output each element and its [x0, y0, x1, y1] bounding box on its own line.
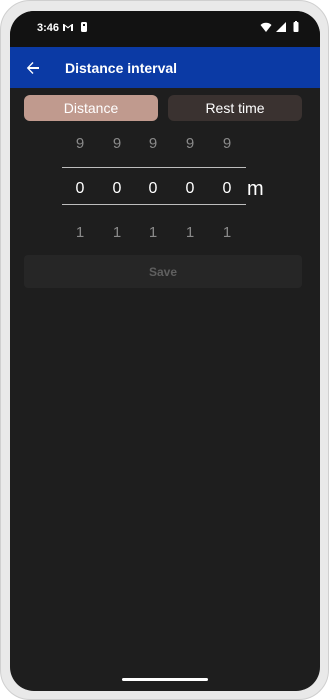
picker-digit-2-next[interactable]: 1	[107, 224, 127, 241]
status-right-icons	[260, 21, 302, 33]
picker-digit-3[interactable]: 0	[143, 180, 163, 198]
picker-digit-3-next[interactable]: 1	[143, 224, 163, 241]
back-button[interactable]	[20, 55, 46, 81]
picker-digit-5-next[interactable]: 1	[217, 224, 237, 241]
picker-digit-2-previous[interactable]: 9	[107, 135, 127, 152]
picker-digit-4[interactable]: 0	[180, 180, 200, 198]
status-bar: 3:46	[10, 11, 320, 47]
tab-rest-time[interactable]: Rest time	[168, 95, 302, 121]
wifi-icon	[260, 22, 272, 32]
distance-unit-label: m	[247, 178, 264, 200]
picker-digit-2[interactable]: 0	[107, 180, 127, 198]
picker-digit-4-previous[interactable]: 9	[180, 135, 200, 152]
picker-digit-5[interactable]: 0	[217, 180, 237, 198]
gmail-icon	[63, 24, 73, 31]
tab-distance[interactable]: Distance	[24, 95, 158, 121]
picker-digit-1[interactable]: 0	[70, 180, 90, 198]
picker-digit-3-previous[interactable]: 9	[143, 135, 163, 152]
picker-top-divider	[62, 167, 246, 168]
picker-digit-1-previous[interactable]: 9	[70, 135, 90, 152]
arrow-left-icon	[26, 62, 39, 74]
picker-digit-4-next[interactable]: 1	[180, 224, 200, 241]
accessibility-icon	[81, 22, 87, 32]
app-screen: 3:46 Distance interval Distance Rest tim…	[10, 11, 320, 691]
save-button[interactable]: Save	[24, 255, 302, 288]
page-title: Distance interval	[65, 60, 178, 76]
status-left-icons	[62, 21, 90, 33]
signal-icon	[276, 22, 286, 32]
app-bar: Distance interval	[10, 47, 320, 88]
battery-icon	[293, 21, 299, 32]
phone-frame: 3:46 Distance interval Distance Rest tim…	[0, 0, 329, 700]
picker-digit-1-next[interactable]: 1	[70, 224, 90, 241]
picker-digit-5-previous[interactable]: 9	[217, 135, 237, 152]
picker-bottom-divider	[62, 204, 246, 205]
status-time: 3:46	[37, 22, 60, 34]
home-indicator[interactable]	[122, 678, 208, 681]
